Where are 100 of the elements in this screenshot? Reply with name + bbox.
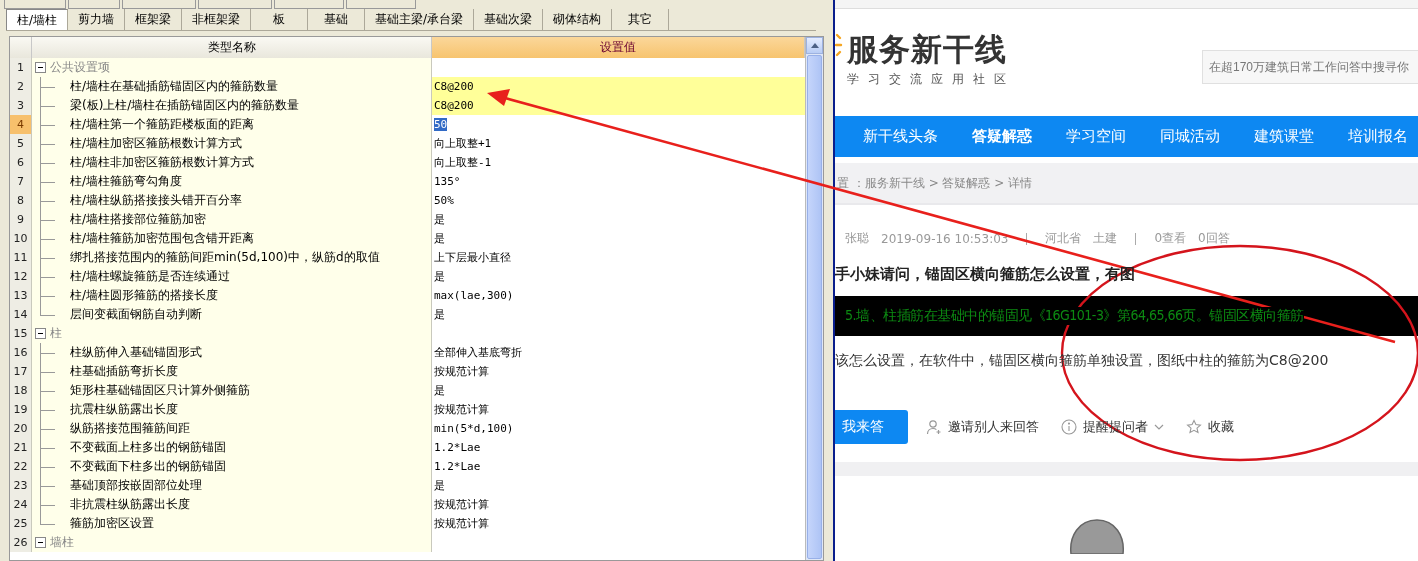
site-logo-title: 服务新干线 bbox=[847, 30, 1008, 67]
row-number[interactable]: 17 bbox=[10, 362, 32, 381]
setting-name: 柱/墙柱第一个箍筋距楼板面的距离 bbox=[70, 116, 255, 133]
row-number[interactable]: 10 bbox=[10, 229, 32, 248]
setting-value: 上下层最小直径 bbox=[434, 250, 511, 265]
nav-link[interactable]: 答疑解惑 bbox=[972, 127, 1032, 146]
nav-link[interactable]: 建筑课堂 bbox=[1254, 127, 1314, 146]
drawing-note: 5.墙、柱插筋在基础中的锚固见《16G101-3》第64,65,66页。锚固区横向箍筋 bbox=[845, 307, 1304, 325]
setting-value-cell[interactable]: 50 bbox=[432, 115, 805, 134]
row-number[interactable]: 18 bbox=[10, 381, 32, 400]
setting-value: 按规范计算 bbox=[434, 402, 489, 417]
column-header: 类型名称 bbox=[32, 37, 432, 58]
row-number[interactable]: 25 bbox=[10, 514, 32, 533]
setting-name: 梁(板)上柱/墙柱在插筋锚固区内的箍筋数量 bbox=[70, 97, 300, 114]
setting-name: 柱/墙柱在基础插筋锚固区内的箍筋数量 bbox=[70, 78, 279, 95]
setting-name: 不变截面下柱多出的钢筋锚固 bbox=[70, 458, 226, 475]
nav-link[interactable]: 同城活动 bbox=[1160, 127, 1220, 146]
setting-name: 柱/墙柱箍筋加密范围包含错开距离 bbox=[70, 230, 255, 247]
scrollbar-thumb[interactable] bbox=[807, 55, 822, 559]
scroll-up-button[interactable] bbox=[806, 37, 823, 54]
row-number[interactable]: 9 bbox=[10, 210, 32, 229]
column-header: 设置值 bbox=[432, 37, 805, 58]
caret-up-icon bbox=[810, 43, 819, 48]
row-number[interactable]: 20 bbox=[10, 419, 32, 438]
setting-name: 柱/墙柱加密区箍筋根数计算方式 bbox=[70, 135, 243, 152]
setting-value: 是 bbox=[434, 212, 445, 227]
row-number[interactable]: 4 bbox=[10, 115, 32, 134]
window-tab[interactable] bbox=[198, 0, 272, 9]
setting-name: 柱纵筋伸入基础锚固形式 bbox=[70, 344, 202, 361]
setting-name: 柱基础插筋弯折长度 bbox=[70, 363, 178, 380]
collapse-icon[interactable] bbox=[35, 62, 46, 73]
setting-value: min(5*d,100) bbox=[434, 422, 514, 435]
row-number[interactable]: 7 bbox=[10, 172, 32, 191]
setting-value: 50% bbox=[434, 194, 454, 207]
header-corner bbox=[10, 37, 32, 58]
setting-name: 柱/墙柱非加密区箍筋根数计算方式 bbox=[70, 154, 255, 171]
group-label: 柱 bbox=[50, 325, 62, 342]
site-logo-subtitle: 学习交流应用社区 bbox=[847, 70, 1015, 88]
star-icon bbox=[1186, 419, 1202, 435]
setting-name: 基础顶部按嵌固部位处理 bbox=[70, 477, 202, 494]
setting-value: 是 bbox=[434, 478, 445, 493]
setting-name: 柱/墙柱箍筋弯勾角度 bbox=[70, 173, 183, 190]
row-number[interactable]: 1 bbox=[10, 58, 32, 77]
window-tab[interactable] bbox=[274, 0, 344, 9]
breadcrumb: 置 ：服务新干线 > 答疑解惑 > 详情 bbox=[837, 174, 1033, 192]
setting-name: 抗震柱纵筋露出长度 bbox=[70, 401, 178, 418]
row-number[interactable]: 24 bbox=[10, 495, 32, 514]
setting-value: max(lae,300) bbox=[434, 289, 514, 302]
nav-link[interactable]: 培训报名 bbox=[1348, 127, 1408, 146]
answer-button[interactable]: 我来答 bbox=[835, 410, 908, 444]
window-tab[interactable] bbox=[122, 0, 196, 9]
row-number[interactable]: 15 bbox=[10, 324, 32, 343]
setting-value: 是 bbox=[434, 307, 445, 322]
row-number[interactable]: 21 bbox=[10, 438, 32, 457]
favorite-button[interactable]: 收藏 bbox=[1182, 418, 1238, 436]
nav-link[interactable]: 新干线头条 bbox=[863, 127, 938, 146]
invite-button[interactable]: 邀请别人来回答 bbox=[922, 418, 1043, 436]
category-tab[interactable]: 柱/墙柱 bbox=[6, 9, 69, 30]
setting-value: 向上取整-1 bbox=[434, 155, 492, 170]
window-tab[interactable] bbox=[68, 0, 120, 9]
collapse-icon[interactable] bbox=[35, 328, 46, 339]
row-number[interactable]: 23 bbox=[10, 476, 32, 495]
setting-value: 1.2*Lae bbox=[434, 441, 481, 454]
setting-value: 向上取整+1 bbox=[434, 136, 492, 151]
answer-count: 0回答 bbox=[1198, 230, 1230, 247]
row-number[interactable]: 8 bbox=[10, 191, 32, 210]
setting-value: C8@200 bbox=[434, 99, 474, 112]
row-number[interactable]: 14 bbox=[10, 305, 32, 324]
group-label: 公共设置项 bbox=[50, 59, 110, 76]
setting-name: 矩形柱基础锚固区只计算外侧箍筋 bbox=[70, 382, 250, 399]
window-tab[interactable] bbox=[4, 0, 66, 9]
user-add-icon bbox=[926, 419, 942, 435]
row-number[interactable]: 6 bbox=[10, 153, 32, 172]
row-number[interactable]: 13 bbox=[10, 286, 32, 305]
row-number[interactable]: 16 bbox=[10, 343, 32, 362]
view-count: 0查看 bbox=[1154, 230, 1187, 247]
chevron-down-icon bbox=[1154, 423, 1164, 431]
row-number[interactable]: 12 bbox=[10, 267, 32, 286]
setting-value-cell[interactable]: C8@200 bbox=[432, 77, 805, 96]
setting-value: 1.2*Lae bbox=[434, 460, 481, 473]
window-tab[interactable] bbox=[346, 0, 416, 9]
row-number[interactable]: 2 bbox=[10, 77, 32, 96]
row-number[interactable]: 22 bbox=[10, 457, 32, 476]
row-number[interactable]: 11 bbox=[10, 248, 32, 267]
setting-value: 50 bbox=[434, 118, 448, 131]
setting-value: 是 bbox=[434, 383, 445, 398]
row-number[interactable]: 5 bbox=[10, 134, 32, 153]
group-label: 墙柱 bbox=[50, 534, 74, 551]
region-label: 河北省 bbox=[1045, 230, 1082, 247]
setting-name: 非抗震柱纵筋露出长度 bbox=[70, 496, 190, 513]
row-number[interactable]: 3 bbox=[10, 96, 32, 115]
setting-value-cell[interactable]: C8@200 bbox=[432, 96, 805, 115]
row-number[interactable]: 19 bbox=[10, 400, 32, 419]
setting-name: 柱/墙柱纵筋搭接接头错开百分率 bbox=[70, 192, 243, 209]
collapse-icon[interactable] bbox=[35, 537, 46, 548]
nav-link[interactable]: 学习空间 bbox=[1066, 127, 1126, 146]
row-number[interactable]: 26 bbox=[10, 533, 32, 552]
setting-value-cell[interactable]: 全部伸入基底弯折 bbox=[432, 343, 805, 362]
search-field[interactable]: 在超170万建筑日常工作问答中搜寻你 bbox=[1202, 50, 1418, 84]
setting-value: 按规范计算 bbox=[434, 364, 489, 379]
